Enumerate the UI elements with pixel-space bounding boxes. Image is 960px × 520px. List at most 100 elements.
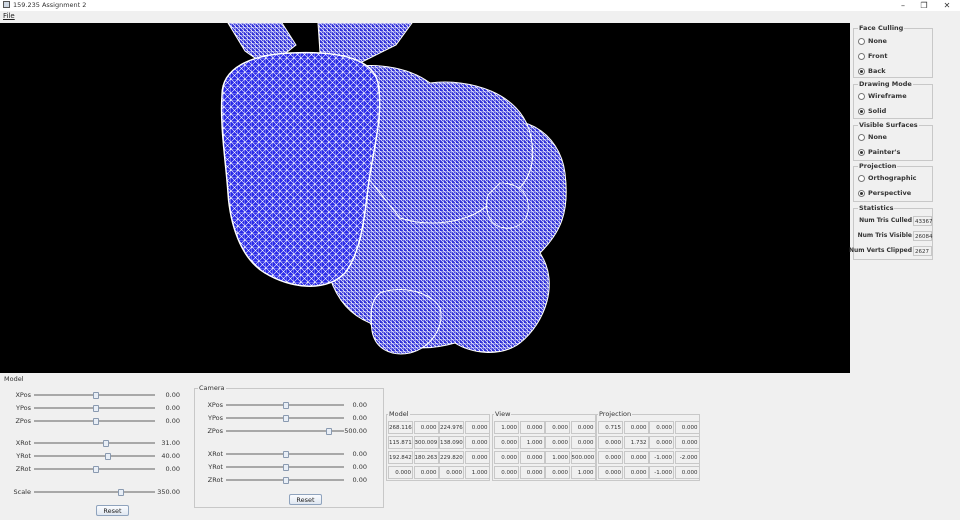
matrix-cell: 1.000 (570, 466, 596, 479)
slider-track[interactable] (226, 415, 344, 422)
model-reset-button[interactable]: Reset (96, 505, 129, 516)
slider-value: 0.00 (165, 417, 180, 425)
slider-thumb[interactable] (283, 464, 289, 471)
matrix-cell: 0.000 (464, 451, 490, 464)
face-culling-none-radio[interactable]: None (858, 37, 887, 46)
camera-panel-title: Camera (198, 384, 226, 392)
camera-slider-row-xpos: XPos 0.00 (198, 400, 378, 410)
visible-surfaces-none-radio[interactable]: None (858, 133, 887, 142)
slider-track[interactable] (226, 477, 344, 484)
slider-label: ZRot (207, 476, 223, 484)
slider-value: 0.00 (165, 465, 180, 473)
matrix-cell: 268.116 (388, 421, 413, 434)
model-slider-row-zrot: ZRot 0.00 (3, 464, 188, 474)
model-slider-row-yrot: YRot 40.00 (3, 451, 188, 461)
slider-track[interactable] (34, 489, 155, 496)
camera-reset-button[interactable]: Reset (289, 494, 322, 505)
slider-thumb[interactable] (117, 489, 124, 496)
face-culling-front-radio[interactable]: Front (858, 52, 887, 61)
face-culling-back-radio[interactable]: Back (858, 67, 886, 76)
matrix-cell: 115.871 (388, 436, 413, 449)
slider-track[interactable] (34, 392, 155, 399)
matrix-cell: 0.000 (623, 421, 649, 434)
radio-icon (858, 174, 865, 182)
slider-label: ZRot (15, 465, 31, 473)
menu-file[interactable]: File (3, 12, 15, 20)
slider-label: Scale (13, 488, 32, 496)
matrix-cell: 0.000 (545, 466, 570, 479)
face-culling-group: Face Culling None Front Back (853, 24, 933, 78)
slider-label: YPos (207, 414, 223, 422)
slider-label: XPos (207, 401, 223, 409)
matrix-cell: 0.000 (623, 451, 649, 464)
slider-thumb[interactable] (283, 402, 289, 409)
bunny-mesh (220, 23, 567, 355)
menu-bar: File (0, 11, 960, 22)
slider-track[interactable] (226, 402, 344, 409)
slider-track[interactable] (34, 405, 155, 412)
slider-track[interactable] (34, 440, 155, 447)
slider-thumb[interactable] (283, 415, 289, 422)
slider-thumb[interactable] (283, 451, 289, 458)
slider-thumb[interactable] (92, 405, 99, 412)
matrix-cell: 1.000 (545, 451, 570, 464)
matrix-cell: 0.000 (674, 466, 700, 479)
slider-thumb[interactable] (92, 466, 99, 473)
drawing-mode-solid-radio[interactable]: Solid (858, 107, 886, 116)
matrix-cell: 1.000 (464, 466, 490, 479)
slider-thumb[interactable] (283, 477, 289, 484)
slider-thumb[interactable] (102, 440, 109, 447)
matrix-cell: 0.000 (570, 421, 596, 434)
slider-track[interactable] (34, 453, 155, 460)
slider-thumb[interactable] (325, 428, 332, 435)
matrix-cell: 0.000 (623, 466, 649, 479)
statistics-title: Statistics (858, 204, 895, 212)
matrix-cell: 0.000 (674, 436, 700, 449)
matrix-cell: 0.000 (674, 421, 700, 434)
maximize-button[interactable]: ❐ (914, 0, 934, 11)
radio-icon (858, 133, 865, 141)
stat-value: 43367 (913, 216, 933, 226)
matrix-cell: -1.000 (649, 451, 674, 464)
drawing-mode-wireframe-radio[interactable]: Wireframe (858, 92, 907, 101)
matrix-cell: 0.000 (598, 436, 623, 449)
matrix-cell: 0.000 (570, 436, 596, 449)
slider-thumb[interactable] (92, 392, 99, 399)
slider-value: 0.00 (352, 401, 367, 409)
slider-track[interactable] (226, 451, 344, 458)
visible-surfaces-painters-radio[interactable]: Painter's (858, 148, 900, 157)
projection-perspective-radio[interactable]: Perspective (858, 189, 911, 198)
slider-track[interactable] (34, 418, 155, 425)
camera-slider-row-ypos: YPos 0.00 (198, 413, 378, 423)
slider-track[interactable] (226, 464, 344, 471)
matrix-cell: 192.842 (388, 451, 413, 464)
minimize-button[interactable]: – (893, 0, 913, 11)
slider-thumb[interactable] (92, 418, 99, 425)
matrix-cell: 0.000 (649, 421, 674, 434)
slider-value: 31.00 (161, 439, 180, 447)
close-button[interactable]: ✕ (937, 0, 957, 11)
matrix-cell: 0.000 (464, 436, 490, 449)
matrix-cell: 0.000 (388, 466, 413, 479)
stat-tris-visible: Num Tris Visible 26084 (857, 231, 933, 241)
projection-orthographic-radio[interactable]: Orthographic (858, 174, 917, 183)
matrix-cell: 0.000 (545, 436, 570, 449)
model-slider-row-xpos: XPos 0.00 (3, 390, 188, 400)
slider-label: XRot (15, 439, 31, 447)
model-slider-row-xrot: XRot 31.00 (3, 438, 188, 448)
stat-verts-clipped: Num Verts Clipped 2627 (849, 246, 932, 256)
slider-track[interactable] (34, 466, 155, 473)
matrix-cell: 0.000 (439, 466, 464, 479)
slider-thumb[interactable] (105, 453, 112, 460)
model-panel-title: Model (3, 375, 25, 383)
radio-selected-icon (858, 107, 865, 115)
slider-label: YPos (15, 404, 31, 412)
model-slider-row-scale: Scale 350.00 (3, 487, 188, 497)
render-viewport[interactable] (0, 23, 850, 373)
radio-selected-icon (858, 148, 865, 156)
camera-slider-row-zrot: ZRot 0.00 (198, 475, 378, 485)
radio-icon (858, 37, 865, 45)
slider-track[interactable] (226, 428, 344, 435)
slider-value: 0.00 (165, 404, 180, 412)
view-matrix: View 1.000 0.000 0.000 0.000 0.000 1.000 0.000 0… (492, 410, 596, 481)
